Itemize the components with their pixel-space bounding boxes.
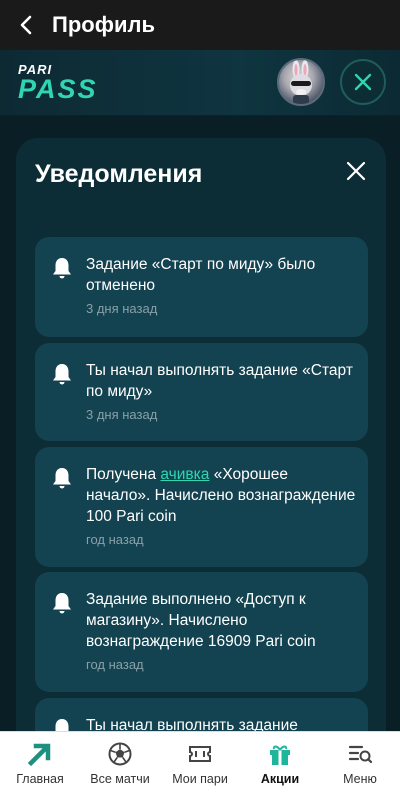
rabbit-avatar-icon (290, 60, 312, 104)
main-content: Уведомления Задание «Старт по миду» было… (0, 116, 400, 731)
soccer-ball-icon (108, 742, 132, 766)
avatar[interactable] (277, 58, 325, 106)
notification-text: Ты начал выполнять задание «Старт по мид… (86, 362, 353, 400)
bottom-navigation: Главная Все матчи Мои пари Акции Меню (0, 731, 400, 795)
close-notifications-button[interactable] (341, 156, 371, 186)
nav-promotions[interactable]: Акции (240, 732, 320, 795)
notification-time: 3 дня назад (86, 301, 158, 316)
close-pass-button[interactable] (340, 59, 386, 105)
notifications-title: Уведомления (35, 160, 203, 188)
notification-text: Ты начал выполнять задание (86, 717, 298, 731)
ticket-icon (189, 746, 211, 762)
nav-all-matches[interactable]: Все матчи (80, 732, 160, 795)
notification-time: 3 дня назад (86, 407, 158, 422)
close-icon (354, 73, 372, 91)
nav-my-bets[interactable]: Мои пари (160, 732, 240, 795)
bell-icon (53, 468, 71, 489)
achievement-link[interactable]: ачивка (160, 466, 209, 483)
pari-pass-logo[interactable]: PARI PASS (18, 62, 128, 104)
notification-text: Задание «Старт по миду» было отменено (86, 256, 316, 294)
bell-icon (55, 719, 69, 731)
bell-icon (53, 364, 71, 385)
nav-menu[interactable]: Меню (320, 732, 400, 795)
notification-card[interactable]: Задание «Старт по миду» было отменено 3 … (35, 237, 368, 337)
notification-card[interactable]: Получена ачивка «Хорошее начало». Начисл… (35, 447, 368, 567)
notification-card[interactable]: Ты начал выполнять задание «Старт по мид… (35, 343, 368, 441)
menu-search-icon (348, 745, 373, 764)
nav-home[interactable]: Главная (0, 732, 80, 795)
notification-card[interactable]: Задание выполнено «Доступ к магазину». Н… (35, 572, 368, 692)
top-bar: Профиль (0, 0, 400, 50)
notification-time: год назад (86, 532, 144, 547)
notifications-panel: Уведомления Задание «Старт по миду» было… (16, 138, 386, 731)
bell-icon (53, 258, 71, 279)
notification-text: Задание выполнено «Доступ к магазину». Н… (86, 591, 316, 650)
home-arrow-icon (27, 743, 51, 767)
gift-icon (270, 745, 290, 765)
close-icon (346, 161, 366, 181)
notification-time: год назад (86, 657, 144, 672)
bell-icon (53, 593, 71, 614)
back-button[interactable] (0, 0, 52, 50)
page-title: Профиль (52, 12, 155, 37)
chevron-left-icon (20, 15, 32, 35)
notification-card[interactable]: Ты начал выполнять задание (35, 698, 368, 731)
notification-text: Получена ачивка «Хорошее начало». Начисл… (86, 466, 356, 525)
